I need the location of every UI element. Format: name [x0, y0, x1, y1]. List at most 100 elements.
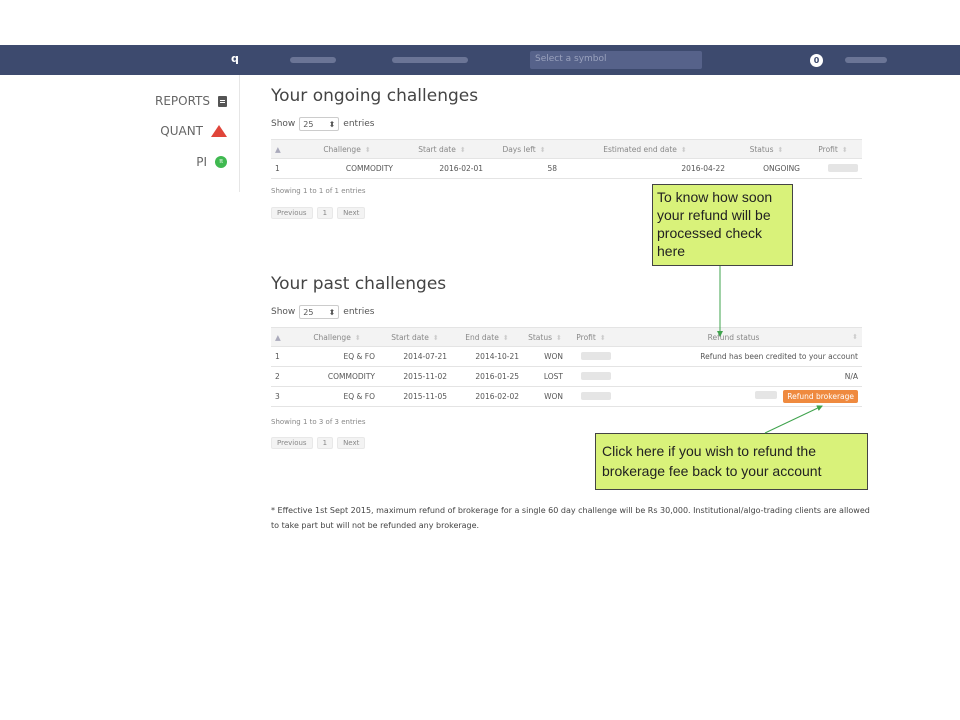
sidebar-item-quant[interactable]: QUANT [160, 124, 227, 138]
table-row: 1 COMMODITY 2016-02-01 58 2016-04-22 ONG… [271, 158, 862, 179]
challenge-cell: COMMODITY [295, 366, 379, 387]
sort-index-column[interactable]: ▲ [271, 139, 297, 159]
column-header-estimated-end-date[interactable]: Estimated end date ⬍ [561, 139, 729, 159]
row-index: 3 [271, 386, 295, 407]
estimated-end-date-cell: 2016-04-22 [561, 158, 729, 179]
header-label: Status [749, 144, 774, 154]
column-header-days-left[interactable]: Days left ⬍ [487, 139, 561, 159]
ongoing-pagination: Previous 1 Next [271, 207, 366, 219]
start-date-cell: 2015-11-05 [379, 386, 451, 407]
refund-button-callout: Click here if you wish to refund the bro… [595, 433, 868, 490]
sort-index-column[interactable]: ▲ [271, 327, 295, 347]
document-icon [218, 95, 227, 107]
status-cell: WON [523, 346, 567, 367]
sidebar-item-reports[interactable]: REPORTS [155, 94, 227, 108]
past-showing-info: Showing 1 to 3 of 3 entries [271, 418, 366, 426]
column-header-status[interactable]: Status ⬍ [523, 327, 567, 347]
end-date-cell: 2014-10-21 [451, 346, 523, 367]
column-header-profit[interactable]: Profit ⬍ [804, 139, 862, 159]
row-index: 1 [271, 346, 295, 367]
column-header-refund-status[interactable]: Refund status ⬍ [615, 327, 862, 347]
nav-user-blurred[interactable] [845, 57, 887, 63]
past-pagination: Previous 1 Next [271, 437, 366, 449]
nav-blurred-item-2[interactable] [392, 57, 468, 63]
quant-icon [211, 125, 227, 137]
days-left-cell: 58 [487, 158, 561, 179]
sidebar-item-pi[interactable]: PI π [196, 155, 227, 169]
status-cell: WON [523, 386, 567, 407]
entries-value: 25 [303, 307, 314, 317]
table-header-row: ▲ Challenge ⬍ Start date ⬍ End date ⬍ Statu… [271, 327, 862, 347]
column-header-profit[interactable]: Profit ⬍ [567, 327, 615, 347]
header-label: Start date [391, 332, 429, 342]
ongoing-entries-select[interactable]: 25 ⬍ [299, 117, 340, 131]
sidebar-item-label: PI [196, 155, 207, 169]
header-label: Refund status [707, 332, 760, 342]
profit-cell [567, 346, 615, 367]
column-header-challenge[interactable]: Challenge ⬍ [297, 139, 397, 159]
row-index: 1 [271, 158, 297, 179]
sidebar-item-label: QUANT [160, 124, 203, 138]
past-challenges-title: Your past challenges [271, 274, 447, 294]
header-label: Start date [418, 144, 456, 154]
notification-badge[interactable]: 0 [810, 54, 823, 67]
profit-cell [567, 386, 615, 407]
blurred-value [581, 371, 611, 380]
page-1-button[interactable]: 1 [316, 207, 334, 219]
show-label: Show [271, 119, 296, 129]
show-label: Show [271, 307, 296, 317]
sidebar: REPORTS QUANT PI π [0, 75, 240, 192]
arrow-to-refund-button [764, 405, 823, 434]
header-label: Challenge [313, 332, 351, 342]
row-index: 2 [271, 366, 295, 387]
status-cell: ONGOING [729, 158, 804, 179]
column-header-end-date[interactable]: End date ⬍ [451, 327, 523, 347]
next-button[interactable]: Next [337, 437, 366, 449]
profit-cell [567, 366, 615, 387]
page-1-button[interactable]: 1 [316, 437, 334, 449]
challenge-cell: EQ & FO [295, 346, 379, 367]
column-header-start-date[interactable]: Start date ⬍ [379, 327, 451, 347]
start-date-cell: 2016-02-01 [397, 158, 487, 179]
header-label: End date [465, 332, 499, 342]
app-logo[interactable]: q [231, 52, 239, 65]
nav-blurred-item-1[interactable] [290, 57, 336, 63]
refund-brokerage-button[interactable]: Refund brokerage [783, 390, 858, 403]
past-entries-select[interactable]: 25 ⬍ [299, 305, 340, 319]
previous-button[interactable]: Previous [271, 207, 313, 219]
end-date-cell: 2016-01-25 [451, 366, 523, 387]
previous-button[interactable]: Previous [271, 437, 313, 449]
blurred-value [828, 163, 858, 172]
header-label: Profit [576, 332, 596, 342]
header-label: Status [528, 332, 553, 342]
table-row: 3 EQ & FO 2015-11-05 2016-02-02 WON Refu… [271, 386, 862, 407]
column-header-status[interactable]: Status ⬍ [729, 139, 804, 159]
refund-status-callout: To know how soon your refund will be pro… [652, 184, 793, 266]
column-header-start-date[interactable]: Start date ⬍ [397, 139, 487, 159]
profit-cell [804, 158, 862, 179]
ongoing-showing-info: Showing 1 to 1 of 1 entries [271, 187, 366, 195]
top-navbar: q Select a symbol 0 [0, 45, 960, 75]
table-row: 2 COMMODITY 2015-11-02 2016-01-25 LOST N… [271, 366, 862, 387]
next-button[interactable]: Next [337, 207, 366, 219]
blurred-value [581, 391, 611, 400]
entries-label: entries [343, 307, 375, 317]
refund-status-cell: Refund has been credited to your account [615, 346, 862, 367]
challenge-cell: EQ & FO [295, 386, 379, 407]
select-arrow-icon: ⬍ [328, 119, 336, 129]
entries-label: entries [343, 119, 375, 129]
brokerage-footnote: * Effective 1st Sept 2015, maximum refun… [271, 506, 870, 530]
refund-status-cell: Refund brokerage [615, 386, 862, 407]
past-entries-control: Show 25 ⬍ entries [271, 305, 375, 319]
header-label: Estimated end date [603, 144, 677, 154]
status-cell: LOST [523, 366, 567, 387]
symbol-search-input[interactable]: Select a symbol [530, 51, 702, 69]
end-date-cell: 2016-02-02 [451, 386, 523, 407]
header-label: Challenge [323, 144, 361, 154]
column-header-challenge[interactable]: Challenge ⬍ [295, 327, 379, 347]
pi-icon: π [215, 156, 227, 168]
start-date-cell: 2015-11-02 [379, 366, 451, 387]
sidebar-item-label: REPORTS [154, 94, 210, 108]
table-header-row: ▲ Challenge ⬍ Start date ⬍ Days left ⬍ Esti… [271, 139, 862, 159]
ongoing-entries-control: Show 25 ⬍ entries [271, 117, 375, 131]
